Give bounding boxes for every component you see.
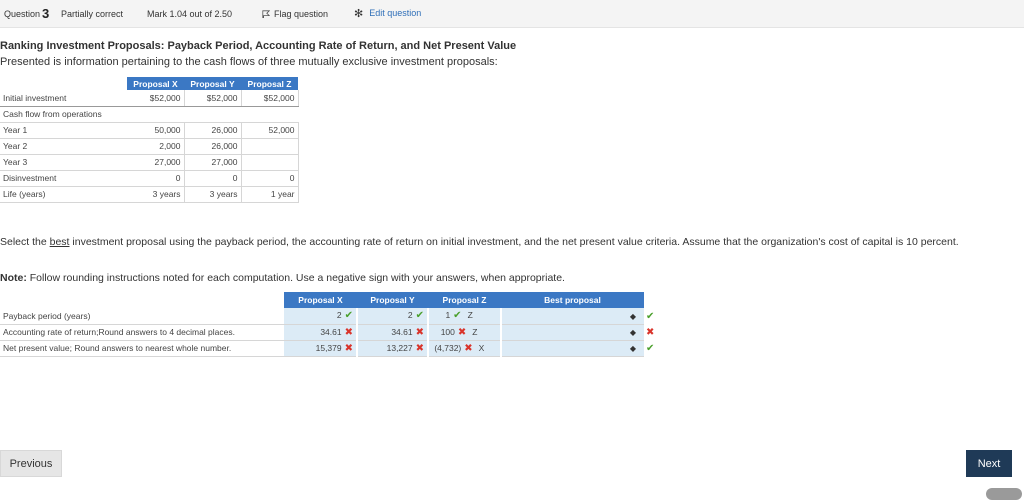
table-row: Year 2 2,000 26,000 <box>0 138 299 155</box>
answer-input-payback-x[interactable]: 2 ✔ <box>284 308 358 325</box>
answer-input-arr-x[interactable]: 34.61 ✖ <box>284 324 358 341</box>
table-header-row: Proposal X Proposal Y Proposal Z <box>0 77 298 90</box>
cross-icon: ✖ <box>344 342 353 354</box>
cross-icon: ✖ <box>344 326 353 338</box>
cash-flow-table: Proposal X Proposal Y Proposal Z Initial… <box>0 77 299 203</box>
gear-icon: ✻ <box>354 8 364 20</box>
table-header-row: Proposal X Proposal Y Proposal Z Best pr… <box>0 292 666 308</box>
best-proposal-select-payback[interactable]: ◆ <box>501 308 644 325</box>
column-header: Proposal Y <box>184 77 241 90</box>
table-row: Net present value; Round answers to near… <box>0 340 666 357</box>
flag-icon <box>262 10 270 18</box>
answer-input-arr-y[interactable]: 34.61 ✖ <box>357 324 429 341</box>
scroll-handle[interactable] <box>986 488 1022 500</box>
question-status: Partially correct <box>61 9 124 19</box>
cross-icon: ✖ <box>464 342 473 354</box>
edit-question-link[interactable]: ✻ Edit question <box>354 7 421 20</box>
flag-question-link[interactable]: Flag question <box>262 9 328 19</box>
question-number: Question 3 <box>4 6 50 21</box>
best-proposal-select-arr[interactable]: ◆ <box>501 324 644 341</box>
problem-title: Ranking Investment Proposals: Payback Pe… <box>0 40 517 52</box>
answer-input-payback-y[interactable]: 2 ✔ <box>357 308 429 325</box>
table-row: Disinvestment 0 0 0 <box>0 170 299 187</box>
select-arrows-icon: ◆ <box>629 311 636 321</box>
table-row: Year 3 27,000 27,000 <box>0 154 299 171</box>
column-header: Proposal Z <box>241 77 298 90</box>
select-arrows-icon: ◆ <box>629 344 636 353</box>
table-row: Accounting rate of return;Round answers … <box>0 324 666 341</box>
answer-input-arr-z[interactable]: 100 ✖ Z <box>428 324 502 341</box>
best-proposal-select-npv[interactable]: ◆ <box>501 340 644 357</box>
answer-input-npv-x[interactable]: 15,379 ✖ <box>284 340 358 357</box>
check-icon: ✔ <box>344 310 353 322</box>
previous-button[interactable]: Previous <box>0 450 62 477</box>
answer-input-npv-z[interactable]: (4,732) ✖ X <box>428 340 502 357</box>
problem-subtitle: Presented is information pertaining to t… <box>0 56 498 68</box>
column-header: Best proposal <box>501 292 644 308</box>
answer-input-payback-z[interactable]: 1 ✔ Z <box>428 308 502 325</box>
next-button[interactable]: Next <box>966 450 1012 477</box>
question-info-bar: Question 3 Partially correct Mark 1.04 ou… <box>0 0 1024 28</box>
column-header: Proposal X <box>127 77 184 90</box>
column-header: Proposal X <box>284 292 357 308</box>
column-header: Proposal Z <box>428 292 501 308</box>
check-icon: ✔ <box>646 342 655 354</box>
cross-icon: ✖ <box>457 326 467 338</box>
table-row: Payback period (years) 2 ✔ 2 ✔ 1 ✔ Z ◆ ✔ <box>0 308 666 325</box>
answer-input-npv-y[interactable]: 13,227 ✖ <box>357 340 429 357</box>
cross-icon: ✖ <box>646 326 655 338</box>
table-row: Initial investment $52,000 $52,000 $52,0… <box>0 90 299 107</box>
table-row: Cash flow from operations <box>0 106 298 123</box>
cross-icon: ✖ <box>415 326 424 338</box>
check-icon: ✔ <box>646 310 655 322</box>
cross-icon: ✖ <box>415 342 424 354</box>
note-text: Note: Follow rounding instructions noted… <box>0 272 565 284</box>
select-arrows-icon: ◆ <box>629 328 636 337</box>
answer-table: Proposal X Proposal Y Proposal Z Best pr… <box>0 292 666 357</box>
check-icon: ✔ <box>453 310 462 322</box>
table-row: Year 1 50,000 26,000 52,000 <box>0 122 299 139</box>
instructions-text: Select the best investment proposal usin… <box>0 236 959 248</box>
column-header: Proposal Y <box>357 292 428 308</box>
table-row: Life (years) 3 years 3 years 1 year <box>0 186 299 203</box>
question-mark: Mark 1.04 out of 2.50 <box>147 9 233 19</box>
check-icon: ✔ <box>415 310 424 322</box>
